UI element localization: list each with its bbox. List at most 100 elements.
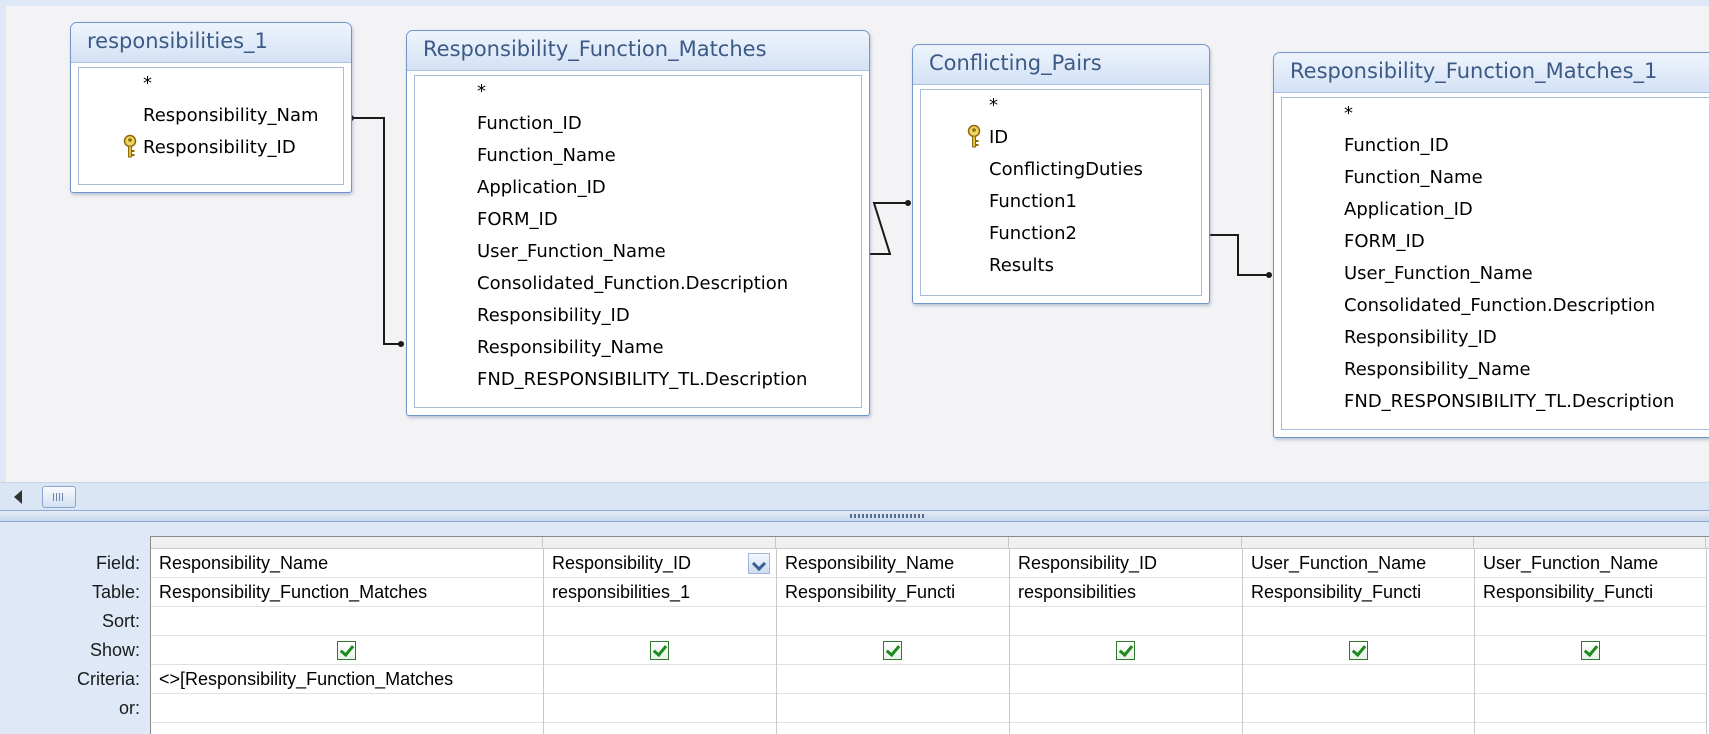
field-item[interactable]: * bbox=[921, 90, 1201, 122]
scroll-left-arrow-icon[interactable] bbox=[14, 490, 22, 504]
field-item[interactable]: * bbox=[79, 68, 343, 100]
sort-cell[interactable] bbox=[1475, 607, 1706, 636]
sort-cell[interactable] bbox=[1243, 607, 1474, 636]
show-cell[interactable] bbox=[1475, 636, 1706, 665]
table-box-title[interactable]: responsibilities_1 bbox=[71, 23, 351, 63]
grid-area[interactable]: Responsibility_Name Responsibility_Funct… bbox=[150, 536, 1709, 734]
field-list[interactable]: * Responsibility_Nam Responsibility_ID bbox=[78, 67, 344, 185]
or-cell[interactable] bbox=[151, 694, 543, 723]
field-cell[interactable]: Responsibility_ID bbox=[1010, 549, 1242, 578]
pane-splitter[interactable] bbox=[0, 510, 1709, 522]
or-cell[interactable] bbox=[1010, 694, 1242, 723]
criteria-cell[interactable] bbox=[777, 665, 1009, 694]
field-item[interactable]: Responsibility_Nam bbox=[79, 100, 343, 132]
table-cell[interactable]: responsibilities_1 bbox=[544, 578, 776, 607]
sort-cell[interactable] bbox=[1010, 607, 1242, 636]
column-selector[interactable] bbox=[777, 537, 1009, 549]
sort-cell[interactable] bbox=[151, 607, 543, 636]
table-box-title[interactable]: Responsibility_Function_Matches bbox=[407, 31, 869, 71]
table-box-responsibilities-1[interactable]: responsibilities_1 * Responsibility_Nam … bbox=[70, 22, 352, 193]
grid-column[interactable]: User_Function_Name Responsibility_Functi bbox=[1475, 537, 1707, 734]
checked-checkbox-icon[interactable] bbox=[650, 641, 669, 660]
criteria-cell[interactable] bbox=[1010, 665, 1242, 694]
table-cell[interactable]: Responsibility_Functi bbox=[1243, 578, 1474, 607]
field-list[interactable]: * Function_ID Function_Name Application_… bbox=[414, 75, 862, 408]
field-cell[interactable]: User_Function_Name bbox=[1243, 549, 1474, 578]
field-item[interactable]: * bbox=[415, 76, 861, 108]
or-cell[interactable] bbox=[544, 694, 776, 723]
column-selector[interactable] bbox=[1475, 537, 1706, 549]
field-list[interactable]: * Function_ID Function_Name Application_… bbox=[1281, 97, 1709, 430]
field-item[interactable]: FORM_ID bbox=[1282, 226, 1709, 258]
field-item[interactable]: Application_ID bbox=[415, 172, 861, 204]
checked-checkbox-icon[interactable] bbox=[883, 641, 902, 660]
field-item[interactable]: FND_RESPONSIBILITY_TL.Description bbox=[1282, 386, 1709, 418]
table-box-conflicting-pairs[interactable]: Conflicting_Pairs * ID ConflictingDuties… bbox=[912, 44, 1210, 304]
field-item[interactable]: Consolidated_Function.Description bbox=[415, 268, 861, 300]
field-item[interactable]: Application_ID bbox=[1282, 194, 1709, 226]
table-box-title[interactable]: Conflicting_Pairs bbox=[913, 45, 1209, 85]
field-item[interactable]: Function_ID bbox=[1282, 130, 1709, 162]
sort-cell[interactable] bbox=[777, 607, 1009, 636]
field-item[interactable]: Responsibility_ID bbox=[415, 300, 861, 332]
field-cell[interactable]: User_Function_Name bbox=[1475, 549, 1706, 578]
criteria-cell[interactable] bbox=[1243, 665, 1474, 694]
field-item[interactable]: Responsibility_Name bbox=[415, 332, 861, 364]
checked-checkbox-icon[interactable] bbox=[337, 641, 356, 660]
column-selector[interactable] bbox=[544, 537, 776, 549]
splitter-grip-icon[interactable] bbox=[850, 514, 926, 518]
horizontal-scrollbar[interactable] bbox=[0, 482, 1709, 510]
field-item[interactable]: ID bbox=[921, 122, 1201, 154]
field-list[interactable]: * ID ConflictingDuties Function1 Functio… bbox=[920, 89, 1202, 296]
field-cell[interactable]: Responsibility_Name bbox=[777, 549, 1009, 578]
field-item[interactable]: Responsibility_ID bbox=[1282, 322, 1709, 354]
field-item[interactable]: User_Function_Name bbox=[1282, 258, 1709, 290]
table-cell[interactable]: Responsibility_Function_Matches bbox=[151, 578, 543, 607]
field-item[interactable]: ConflictingDuties bbox=[921, 154, 1201, 186]
checked-checkbox-icon[interactable] bbox=[1349, 641, 1368, 660]
table-cell[interactable]: Responsibility_Functi bbox=[777, 578, 1009, 607]
checked-checkbox-icon[interactable] bbox=[1116, 641, 1135, 660]
field-item[interactable]: Function1 bbox=[921, 186, 1201, 218]
criteria-cell[interactable] bbox=[544, 665, 776, 694]
or-cell[interactable] bbox=[1475, 694, 1706, 723]
chevron-down-icon[interactable] bbox=[748, 553, 770, 574]
or-cell[interactable] bbox=[777, 694, 1009, 723]
column-selector[interactable] bbox=[1243, 537, 1474, 549]
or-cell[interactable] bbox=[1243, 694, 1474, 723]
show-cell[interactable] bbox=[1243, 636, 1474, 665]
show-cell[interactable] bbox=[151, 636, 543, 665]
field-cell[interactable]: Responsibility_Name bbox=[151, 549, 543, 578]
table-box-responsibility-function-matches-1[interactable]: Responsibility_Function_Matches_1 * Func… bbox=[1273, 52, 1709, 438]
grid-column[interactable]: Responsibility_ID responsibilities_1 bbox=[544, 537, 777, 734]
field-item[interactable]: FND_RESPONSIBILITY_TL.Description bbox=[415, 364, 861, 396]
show-cell[interactable] bbox=[777, 636, 1009, 665]
grid-column[interactable]: User_Function_Name Responsibility_Functi bbox=[1243, 537, 1475, 734]
table-cell[interactable]: responsibilities bbox=[1010, 578, 1242, 607]
field-item[interactable]: Responsibility_ID bbox=[79, 132, 343, 164]
column-selector[interactable] bbox=[151, 537, 543, 549]
grid-column[interactable]: Responsibility_Name Responsibility_Funct… bbox=[777, 537, 1010, 734]
show-cell[interactable] bbox=[1010, 636, 1242, 665]
field-item[interactable]: User_Function_Name bbox=[415, 236, 861, 268]
field-item[interactable]: Consolidated_Function.Description bbox=[1282, 290, 1709, 322]
field-item[interactable]: FORM_ID bbox=[415, 204, 861, 236]
field-item[interactable]: Results bbox=[921, 250, 1201, 282]
criteria-cell[interactable] bbox=[1475, 665, 1706, 694]
field-item[interactable]: Function_Name bbox=[1282, 162, 1709, 194]
scrollbar-thumb[interactable] bbox=[42, 486, 76, 508]
show-cell[interactable] bbox=[544, 636, 776, 665]
field-item[interactable]: Responsibility_Name bbox=[1282, 354, 1709, 386]
relationship-pane[interactable]: responsibilities_1 * Responsibility_Nam … bbox=[0, 0, 1709, 482]
table-cell[interactable]: Responsibility_Functi bbox=[1475, 578, 1706, 607]
field-item[interactable]: Function_ID bbox=[415, 108, 861, 140]
table-box-title[interactable]: Responsibility_Function_Matches_1 bbox=[1274, 53, 1709, 93]
column-selector[interactable] bbox=[1010, 537, 1242, 549]
grid-column[interactable]: Responsibility_Name Responsibility_Funct… bbox=[151, 537, 544, 734]
sort-cell[interactable] bbox=[544, 607, 776, 636]
field-item[interactable]: * bbox=[1282, 98, 1709, 130]
criteria-cell[interactable]: <>[Responsibility_Function_Matches bbox=[151, 665, 543, 694]
checked-checkbox-icon[interactable] bbox=[1581, 641, 1600, 660]
field-cell[interactable]: Responsibility_ID bbox=[544, 549, 776, 578]
table-box-responsibility-function-matches[interactable]: Responsibility_Function_Matches * Functi… bbox=[406, 30, 870, 416]
